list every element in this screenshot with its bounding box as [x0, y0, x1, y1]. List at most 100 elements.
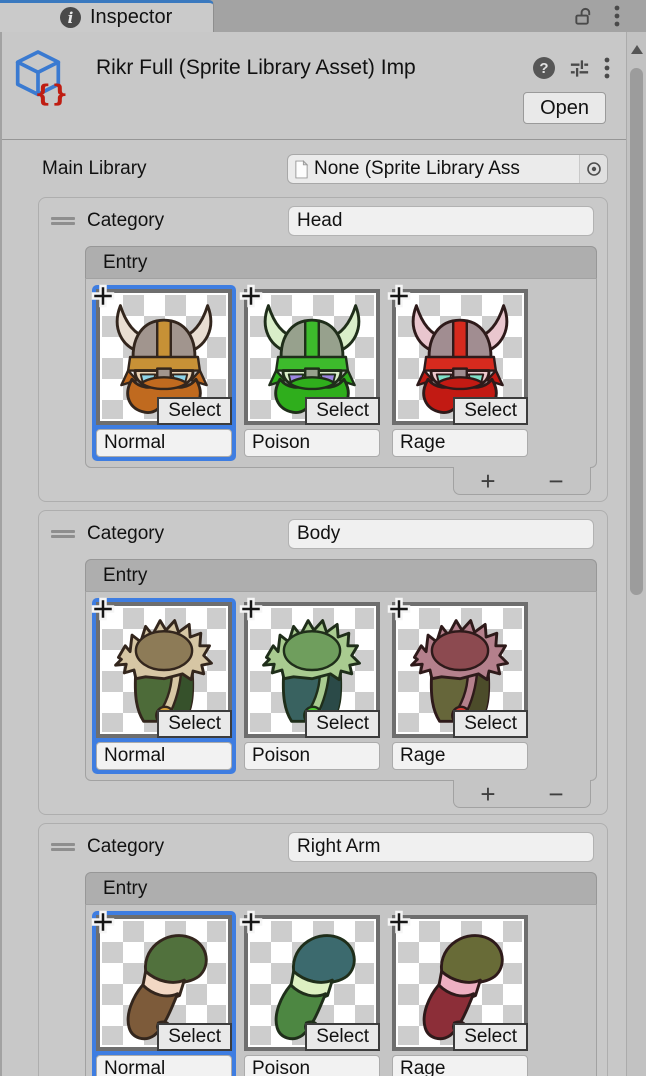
- open-button[interactable]: Open: [523, 92, 606, 124]
- info-icon: i: [60, 7, 81, 28]
- entry-list-body: SelectSelectSelect: [85, 278, 597, 468]
- category-label: Category: [87, 836, 164, 858]
- document-icon: [294, 160, 309, 179]
- up-arrow-icon[interactable]: [631, 45, 643, 54]
- presets-icon[interactable]: [568, 57, 591, 80]
- entry-list-footer: +−: [453, 780, 591, 808]
- inspector-window: i Inspector: [0, 0, 646, 1076]
- plus-badge-icon[interactable]: [238, 909, 264, 935]
- category-name-field[interactable]: [288, 519, 594, 549]
- entry-list-header: Entry: [85, 559, 597, 591]
- main-library-row: Main Library None (Sprite Library Ass: [42, 154, 608, 184]
- entry-cell[interactable]: Select: [388, 598, 532, 774]
- tab-inspector[interactable]: i Inspector: [0, 0, 214, 32]
- entry-name-field[interactable]: [244, 742, 380, 770]
- entry-list: EntrySelectSelectSelect: [85, 872, 597, 1076]
- sprite-thumbnail[interactable]: Select: [244, 289, 380, 425]
- drag-handle-icon[interactable]: [51, 214, 75, 228]
- entry-list-body: SelectSelectSelect: [85, 904, 597, 1076]
- plus-badge-icon[interactable]: [90, 909, 116, 935]
- sprite-thumbnail-canvas: Select: [250, 608, 374, 732]
- entry-cell[interactable]: Select: [92, 285, 236, 461]
- entry-name-field[interactable]: [244, 1055, 380, 1076]
- unlock-icon[interactable]: [573, 6, 594, 27]
- sprite-thumbnail[interactable]: Select: [244, 602, 380, 738]
- entry-cell[interactable]: Select: [240, 285, 384, 461]
- entry-cell[interactable]: Select: [388, 285, 532, 461]
- entry-cell[interactable]: Select: [240, 598, 384, 774]
- select-sprite-button[interactable]: Select: [453, 397, 528, 425]
- plus-badge-icon[interactable]: [386, 596, 412, 622]
- select-sprite-button[interactable]: Select: [157, 1023, 232, 1051]
- drag-handle-icon[interactable]: [51, 840, 75, 854]
- entry-cell[interactable]: Select: [92, 598, 236, 774]
- help-icon[interactable]: ?: [533, 57, 555, 79]
- kebab-menu-icon[interactable]: [614, 5, 620, 27]
- entry-name-field[interactable]: [392, 429, 528, 457]
- entry-name-field[interactable]: [392, 742, 528, 770]
- sprite-thumbnail[interactable]: Select: [96, 289, 232, 425]
- entry-cell[interactable]: Select: [92, 911, 236, 1076]
- category-box: CategoryEntrySelectSelectSelect+−: [38, 823, 608, 1076]
- vertical-scrollbar[interactable]: [626, 32, 646, 1076]
- plus-badge-icon[interactable]: [238, 596, 264, 622]
- sprite-thumbnail[interactable]: Select: [392, 915, 528, 1051]
- plus-badge-icon[interactable]: [386, 909, 412, 935]
- category-box: CategoryEntrySelectSelectSelect+−: [38, 510, 608, 815]
- entry-list-header: Entry: [85, 246, 597, 278]
- select-sprite-button[interactable]: Select: [305, 1023, 380, 1051]
- tab-title: Inspector: [90, 6, 172, 29]
- select-sprite-button[interactable]: Select: [157, 710, 232, 738]
- entry-list: EntrySelectSelectSelect: [85, 246, 597, 468]
- entry-name-field[interactable]: [96, 429, 232, 457]
- sprite-thumbnail[interactable]: Select: [392, 602, 528, 738]
- plus-badge-icon[interactable]: [90, 596, 116, 622]
- remove-entry-button[interactable]: −: [534, 468, 578, 494]
- select-sprite-button[interactable]: Select: [453, 710, 528, 738]
- entry-list-body: SelectSelectSelect: [85, 591, 597, 781]
- remove-entry-button[interactable]: −: [534, 781, 578, 807]
- sprite-library-asset-icon: {}: [14, 48, 64, 108]
- select-sprite-button[interactable]: Select: [157, 397, 232, 425]
- sprite-thumbnail-canvas: Select: [102, 608, 226, 732]
- entry-list-footer: +−: [453, 467, 591, 495]
- entry-name-field[interactable]: [96, 742, 232, 770]
- add-entry-button[interactable]: +: [466, 781, 510, 807]
- drag-handle-icon[interactable]: [51, 527, 75, 541]
- entry-footer-row: +−: [85, 781, 597, 808]
- inspector-body: Main Library None (Sprite Library Ass: [2, 140, 646, 1076]
- sprite-thumbnail-canvas: Select: [398, 608, 522, 732]
- category-box: CategoryEntrySelectSelectSelect+−: [38, 197, 608, 502]
- sprite-thumbnail-canvas: Select: [398, 921, 522, 1045]
- sprite-thumbnail[interactable]: Select: [244, 915, 380, 1051]
- sprite-thumbnail[interactable]: Select: [392, 289, 528, 425]
- entry-name-field[interactable]: [392, 1055, 528, 1076]
- category-name-field[interactable]: [288, 832, 594, 862]
- sprite-thumbnail-canvas: Select: [250, 921, 374, 1045]
- entry-name-field[interactable]: [96, 1055, 232, 1076]
- scrollbar-thumb[interactable]: [630, 68, 643, 595]
- entry-cell[interactable]: Select: [388, 911, 532, 1076]
- inspector-pane: {} Rikr Full (Sprite Library Asset) Imp …: [0, 32, 646, 1076]
- sprite-thumbnail[interactable]: Select: [96, 915, 232, 1051]
- asset-header: {} Rikr Full (Sprite Library Asset) Imp …: [2, 32, 646, 140]
- kebab-menu-icon[interactable]: [604, 57, 610, 79]
- add-entry-button[interactable]: +: [466, 468, 510, 494]
- main-library-object-field[interactable]: None (Sprite Library Ass: [287, 154, 608, 184]
- plus-badge-icon[interactable]: [238, 283, 264, 309]
- select-sprite-button[interactable]: Select: [305, 397, 380, 425]
- entry-name-field[interactable]: [244, 429, 380, 457]
- sprite-thumbnail-canvas: Select: [102, 295, 226, 419]
- plus-badge-icon[interactable]: [386, 283, 412, 309]
- select-sprite-button[interactable]: Select: [453, 1023, 528, 1051]
- select-sprite-button[interactable]: Select: [305, 710, 380, 738]
- sprite-thumbnail[interactable]: Select: [96, 602, 232, 738]
- category-list: CategoryEntrySelectSelectSelect+−Categor…: [2, 197, 646, 1076]
- entry-cell[interactable]: Select: [240, 911, 384, 1076]
- svg-text:{}: {}: [34, 80, 68, 108]
- tab-bar-actions: [573, 0, 646, 32]
- object-picker-icon[interactable]: [579, 155, 607, 183]
- category-name-field[interactable]: [288, 206, 594, 236]
- plus-badge-icon[interactable]: [90, 283, 116, 309]
- sprite-thumbnail-canvas: Select: [250, 295, 374, 419]
